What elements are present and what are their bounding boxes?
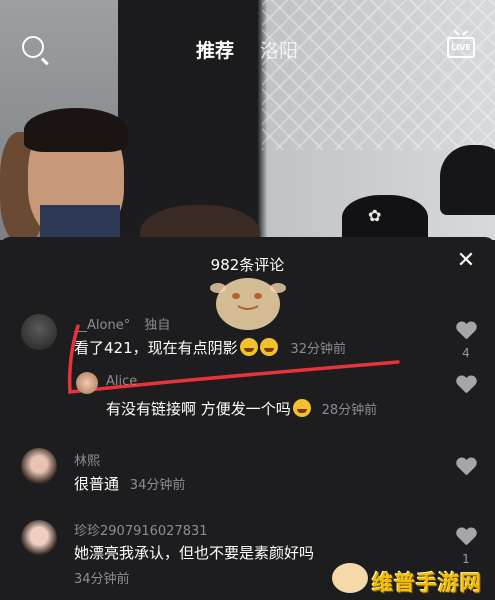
comment-body: 有没有链接啊 方便发一个吗: [106, 400, 291, 418]
search-icon[interactable]: [22, 36, 44, 58]
top-bar: 推荐 洛阳 LIVE: [0, 0, 495, 90]
watermark-logo: [332, 563, 368, 593]
tab-recommend[interactable]: 推荐: [196, 36, 234, 63]
avatar[interactable]: [21, 448, 57, 484]
heart-icon[interactable]: [456, 376, 476, 394]
cap-logo-icon: ✿: [368, 206, 382, 225]
comment-username[interactable]: 林熙: [74, 450, 100, 469]
person-cap: [342, 195, 428, 240]
person-cap-right: [440, 145, 495, 215]
comment-time: 28分钟前: [321, 403, 378, 418]
reply-item[interactable]: Alice 有没有链接啊 方便发一个吗 28分钟前: [0, 370, 495, 422]
sweat-emoji-icon: [292, 399, 311, 417]
comment-text: 很普通 34分钟前: [74, 473, 185, 494]
comment-item[interactable]: 林熙 很普通 34分钟前: [0, 446, 495, 498]
comment-username[interactable]: 珍珍2907916027831: [74, 520, 208, 539]
heart-icon[interactable]: [456, 322, 476, 340]
person-shirt: [40, 205, 120, 240]
avatar[interactable]: [21, 314, 57, 350]
live-icon[interactable]: LIVE: [447, 37, 475, 58]
live-label: LIVE: [451, 43, 471, 52]
like-count: 4: [462, 346, 470, 360]
comment-username[interactable]: Alice: [106, 374, 137, 389]
comment-time: 34分钟前: [129, 478, 186, 493]
avatar[interactable]: [76, 372, 98, 394]
close-icon[interactable]: ✕: [456, 250, 476, 272]
site-watermark: 维普手游网: [332, 559, 492, 597]
comment-body: 很普通: [74, 475, 120, 493]
heart-icon[interactable]: [456, 458, 476, 476]
avatar[interactable]: [21, 520, 57, 556]
comment-time: 34分钟前: [74, 572, 130, 587]
tab-city[interactable]: 洛阳: [260, 36, 298, 63]
heart-icon[interactable]: [456, 528, 476, 546]
watermark-text: 维普手游网: [372, 571, 482, 595]
comment-text: 她漂亮我承认，但也不要是素颜好吗: [74, 544, 315, 562]
comment-text: 有没有链接啊 方便发一个吗 28分钟前: [106, 398, 377, 419]
person-hair: [24, 108, 128, 152]
